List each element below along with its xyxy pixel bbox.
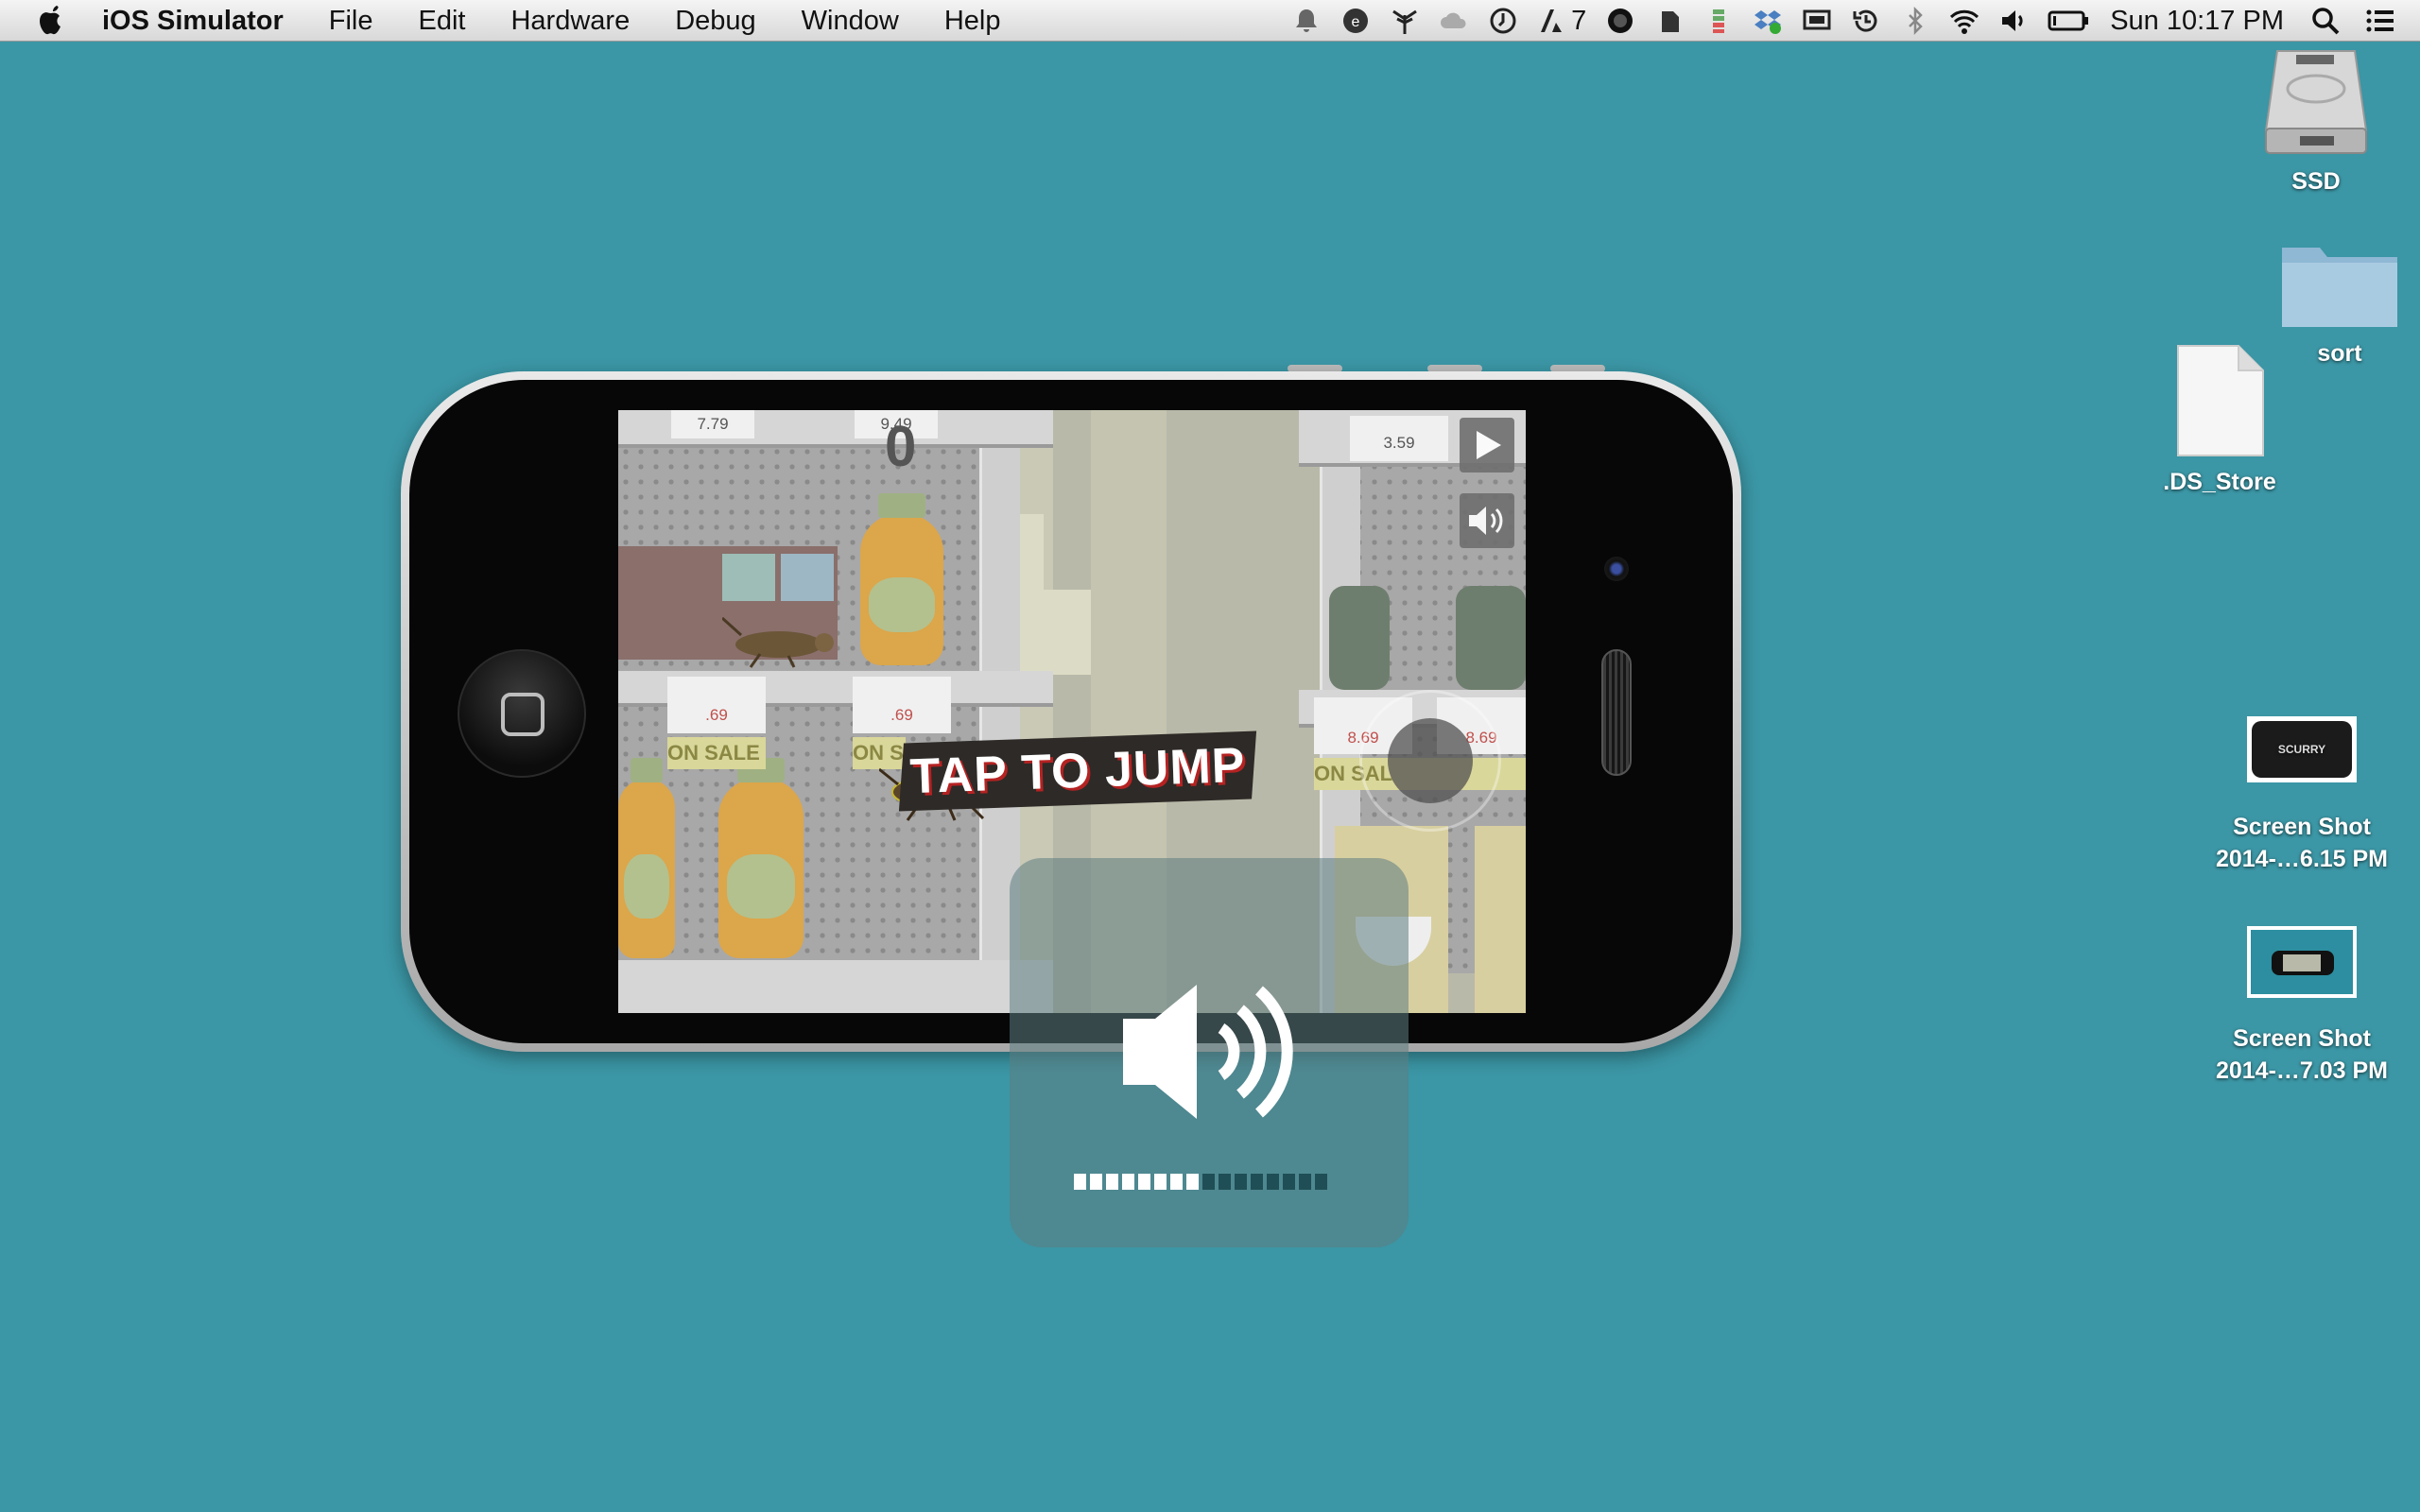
front-camera <box>1604 557 1629 581</box>
desktop-icon-sort-folder[interactable]: sort <box>2273 236 2406 369</box>
price-tag: .69 <box>667 677 766 733</box>
volume-segment <box>1138 1174 1150 1190</box>
menu-debug[interactable]: Debug <box>675 0 755 42</box>
volume-segment <box>1170 1174 1183 1190</box>
cereal-box <box>1475 826 1526 1013</box>
battery-icon[interactable] <box>2048 6 2089 36</box>
desktop-icon-label-line1: Screen Shot <box>2233 814 2371 840</box>
play-icon <box>1477 431 1501 459</box>
adobe-icon[interactable] <box>1537 6 1567 36</box>
ice-cream-box <box>722 554 775 601</box>
juice-bottle <box>618 758 675 958</box>
volume-segment <box>1106 1174 1118 1190</box>
soup-can <box>1329 586 1390 690</box>
dropbox-icon[interactable] <box>1753 6 1783 36</box>
volume-segment <box>1219 1174 1231 1190</box>
document-icon <box>2177 345 2264 456</box>
shelf <box>618 960 1053 1013</box>
spotlight-icon[interactable] <box>2310 6 2341 36</box>
menu-hardware[interactable]: Hardware <box>510 0 630 42</box>
volume-hud-overlay <box>1010 858 1409 1247</box>
timer-icon[interactable] <box>1488 6 1518 36</box>
earpiece-speaker <box>1601 649 1632 776</box>
desktop-icon-ssd[interactable]: SSD <box>2250 45 2382 198</box>
volume-segment <box>1315 1174 1327 1190</box>
on-sale-sign: ON SALE <box>667 737 766 769</box>
price-tag: 3.59 <box>1350 416 1448 461</box>
desktop-icon-screenshot-2[interactable]: Screen Shot 2014-…7.03 PM <box>2193 926 2411 1087</box>
desktop-icon-label-line1: Screen Shot <box>2233 1025 2371 1052</box>
display-icon[interactable] <box>1802 6 1832 36</box>
desktop-icon-label-line2: 2014-…7.03 PM <box>2215 1057 2389 1084</box>
play-button[interactable] <box>1460 418 1514 472</box>
volume-segment <box>1202 1174 1215 1190</box>
status-badge: 7 <box>1571 6 1587 36</box>
desktop-icon-label: .DS_Store <box>2163 469 2276 495</box>
menu-window[interactable]: Window <box>802 0 899 42</box>
volume-segment <box>1074 1174 1086 1190</box>
price-tag: .69 <box>853 677 951 733</box>
menu-edit[interactable]: Edit <box>419 0 466 42</box>
volume-segment <box>1090 1174 1102 1190</box>
volume-segment <box>1251 1174 1263 1190</box>
svg-text:e: e <box>1352 14 1360 30</box>
menu-clock[interactable]: Sun 10:17 PM <box>2110 0 2284 42</box>
app-menu[interactable]: iOS Simulator <box>102 0 284 42</box>
notification-icon[interactable] <box>1291 6 1322 36</box>
apple-menu-icon[interactable] <box>36 4 66 38</box>
juice-bottle <box>718 758 804 958</box>
volume-segment <box>1235 1174 1247 1190</box>
virtual-joystick-knob[interactable] <box>1388 718 1473 803</box>
volume-segment <box>1267 1174 1279 1190</box>
desktop-icon-label-line2: 2014-…6.15 PM <box>2215 846 2389 872</box>
home-button[interactable] <box>458 649 586 778</box>
folder-icon <box>2282 248 2397 327</box>
speaker-icon <box>1469 507 1503 535</box>
volume-segment <box>1299 1174 1311 1190</box>
desktop-icon-label: SSD <box>2291 168 2341 195</box>
volume-segment <box>1283 1174 1295 1190</box>
cloud-icon[interactable] <box>1439 6 1469 36</box>
volume-speaker-icon <box>1123 985 1293 1119</box>
bluetooth-icon[interactable] <box>1900 6 1930 36</box>
status-area: e 7 Sun 10:17 PM <box>1272 0 2395 42</box>
sound-toggle-button[interactable] <box>1460 493 1514 548</box>
ice-cream-box <box>781 554 834 601</box>
volume-segment <box>1154 1174 1167 1190</box>
cockroach-sprite <box>722 616 834 668</box>
screenshot-thumbnail: SCURRY <box>2247 716 2357 782</box>
antenna-icon[interactable] <box>1390 6 1420 36</box>
hard-drive-icon <box>2264 50 2368 154</box>
volume-segment <box>1122 1174 1134 1190</box>
menu-file[interactable]: File <box>329 0 373 42</box>
menu-help[interactable]: Help <box>944 0 1001 42</box>
desktop-icon-ds-store[interactable]: .DS_Store <box>2153 342 2286 498</box>
juice-bottle <box>860 493 943 665</box>
home-square-icon <box>501 693 544 736</box>
score-counter: 0 <box>885 415 917 478</box>
notification-center-icon[interactable] <box>2365 6 2395 36</box>
time-machine-icon[interactable] <box>1851 6 1881 36</box>
soup-can <box>1456 586 1526 690</box>
circle-icon[interactable] <box>1605 6 1635 36</box>
volume-segment <box>1186 1174 1199 1190</box>
desktop-icon-label: sort <box>2317 340 2362 367</box>
menu-bar: iOS Simulator File Edit Hardware Debug W… <box>0 0 2420 42</box>
wifi-icon[interactable] <box>1949 6 1979 36</box>
app-icon[interactable]: e <box>1340 6 1371 36</box>
volume-level-bar <box>1074 1174 1331 1190</box>
desktop-icon-screenshot-1[interactable]: SCURRY Screen Shot 2014-…6.15 PM <box>2193 716 2411 875</box>
evernote-icon[interactable] <box>1654 6 1685 36</box>
battery-bars-icon[interactable] <box>1703 6 1734 36</box>
volume-icon[interactable] <box>1998 6 2029 36</box>
thumbnail-title: SCURRY <box>2252 721 2352 778</box>
screenshot-thumbnail <box>2247 926 2357 998</box>
price-tag: 7.79 <box>671 410 754 438</box>
